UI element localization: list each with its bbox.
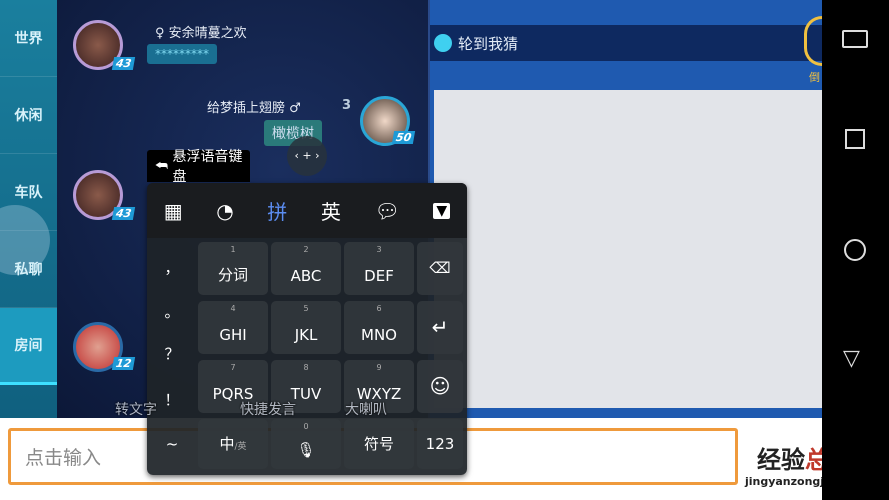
- level-badge: 50: [391, 131, 416, 144]
- enter-icon: ↵: [431, 315, 449, 339]
- key-1[interactable]: 1 分词: [198, 242, 268, 295]
- floating-keyboard-tooltip: ⮪ 悬浮语音键盘: [147, 149, 250, 185]
- key-4[interactable]: 4 GHI: [198, 301, 268, 354]
- level-badge: 43: [111, 57, 136, 70]
- tab-private[interactable]: 私聊: [0, 231, 57, 308]
- backspace-key[interactable]: ⌫: [417, 242, 463, 295]
- game-area: 轮到我猜 倒: [430, 0, 822, 418]
- emoji-key[interactable]: ☺: [417, 360, 463, 413]
- sender-name: 给梦插上翅膀 ♂: [207, 101, 301, 116]
- english-mode-button[interactable]: 英: [321, 196, 341, 225]
- level-badge: 12: [111, 357, 136, 370]
- back-arrow-icon: ⮪: [155, 158, 173, 174]
- loudspeaker-button[interactable]: 大喇叭: [345, 403, 387, 418]
- enter-key[interactable]: ↵: [417, 301, 463, 354]
- key-6[interactable]: 6 MNO: [344, 301, 414, 354]
- speech-to-text-button[interactable]: 转文字: [115, 403, 157, 418]
- tab-room[interactable]: 房间: [0, 308, 57, 385]
- key-comma[interactable]: ，: [150, 257, 194, 278]
- level-badge: 43: [111, 207, 136, 220]
- key-question[interactable]: ？: [150, 343, 194, 364]
- rank-badge: 3: [342, 98, 352, 113]
- chat-bubble-icon[interactable]: 💬︎: [374, 199, 399, 223]
- snowflake-icon: [434, 34, 452, 52]
- pinyin-mode-button[interactable]: 拼: [267, 196, 287, 225]
- move-handle-icon[interactable]: ‹ + ›: [287, 136, 327, 176]
- symbols-key[interactable]: 符号: [344, 419, 414, 469]
- keyboard-toolbar: ▦ ◔ 拼 英 💬︎ ▼: [147, 183, 467, 238]
- tab-world[interactable]: 世界: [0, 0, 57, 77]
- pacman-icon[interactable]: ◔: [216, 199, 233, 223]
- countdown-timer: 倒: [804, 16, 822, 84]
- female-icon: ♀: [155, 26, 169, 41]
- quick-message-button[interactable]: 快捷发言: [240, 403, 296, 418]
- key-2[interactable]: 2 ABC: [271, 242, 341, 295]
- space-voice-key[interactable]: 0 🎙︎: [271, 419, 341, 469]
- channel-sidebar: 世界 休闲 车队 私聊 房间: [0, 0, 57, 418]
- male-icon: ♂: [285, 101, 301, 116]
- collapse-icon[interactable]: ▼: [433, 202, 451, 219]
- backspace-icon: ⌫: [429, 259, 451, 277]
- numbers-key[interactable]: 123: [417, 419, 463, 469]
- turn-label: 轮到我猜: [458, 34, 519, 53]
- lang-switch-key[interactable]: 中/英: [198, 419, 268, 469]
- sender-name: ♀ 安余晴蔓之欢: [155, 26, 247, 41]
- grid-icon[interactable]: ▦: [164, 199, 183, 223]
- home-icon[interactable]: [844, 239, 866, 261]
- microphone-icon: 🎙︎: [296, 441, 316, 459]
- drawing-canvas[interactable]: [434, 90, 822, 408]
- android-nav-bar: ▽: [822, 0, 889, 500]
- floating-keyboard: ▦ ◔ 拼 英 💬︎ ▼ ， 。 ？ ！ ~ 1 分词 2 ABC 3 DEF ⌫ 4…: [147, 183, 467, 475]
- keyboard-icon[interactable]: [842, 30, 868, 48]
- message-bubble: *********: [147, 44, 217, 64]
- key-3[interactable]: 3 DEF: [344, 242, 414, 295]
- key-5[interactable]: 5 JKL: [271, 301, 341, 354]
- back-icon[interactable]: ▽: [843, 346, 860, 371]
- key-tilde[interactable]: ~: [150, 435, 194, 453]
- tab-leisure[interactable]: 休闲: [0, 77, 57, 154]
- turn-banner: 轮到我猜: [430, 25, 822, 61]
- smiley-icon: ☺: [429, 374, 451, 398]
- recent-apps-icon[interactable]: [845, 129, 865, 149]
- key-period[interactable]: 。: [150, 301, 194, 322]
